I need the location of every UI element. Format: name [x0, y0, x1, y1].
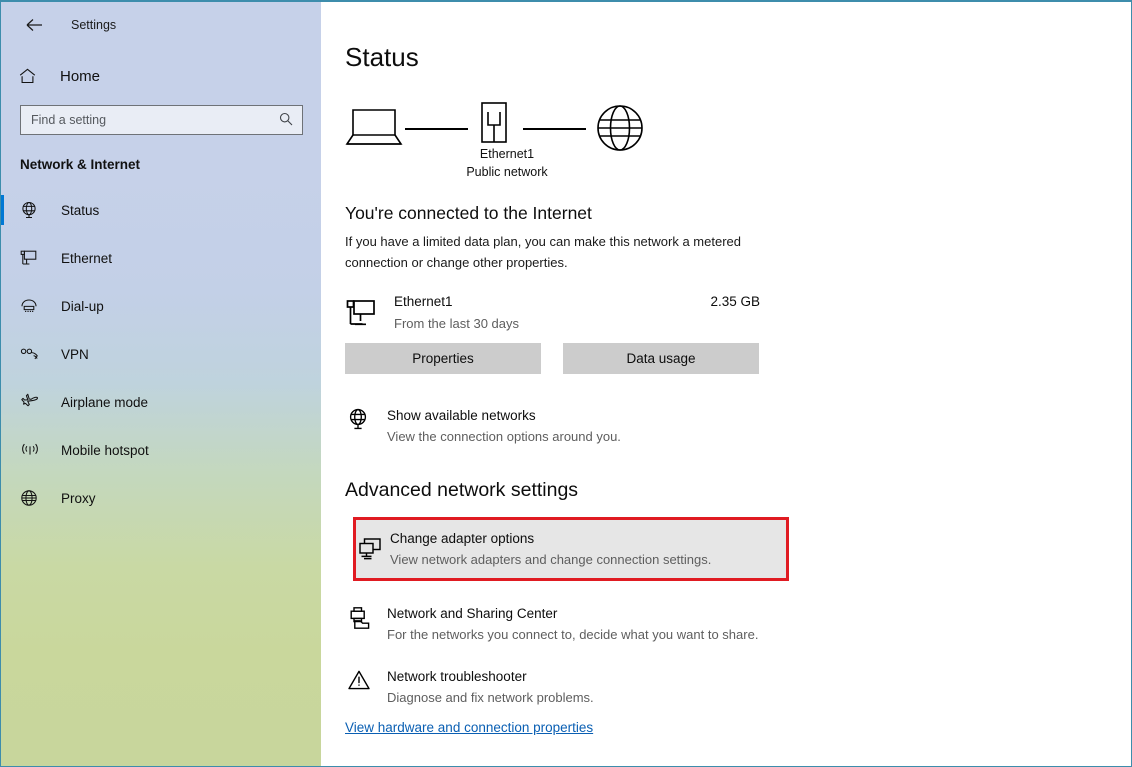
- dialup-icon: [20, 298, 46, 314]
- airplane-icon: [20, 393, 46, 411]
- status-globe-icon: [20, 201, 46, 219]
- sidebar-item-label: Status: [61, 202, 100, 218]
- diagram-link-1: [405, 128, 468, 130]
- diagram-link-2: [523, 128, 586, 130]
- ethernet-icon: [20, 249, 46, 267]
- data-usage-row: Ethernet1 From the last 30 days 2.35 GB: [345, 293, 760, 339]
- diagram-network-type: Public network: [466, 165, 548, 179]
- sidebar-category-title: Network & Internet: [20, 157, 141, 172]
- sidebar-item-label: Airplane mode: [61, 394, 149, 410]
- sidebar-item-status[interactable]: Status: [1, 186, 321, 234]
- sidebar: Settings Home Network & Internet: [1, 2, 321, 766]
- usage-period: From the last 30 days: [394, 316, 519, 331]
- sidebar-item-ethernet[interactable]: Ethernet: [1, 234, 321, 282]
- search-icon[interactable]: [279, 112, 296, 129]
- sidebar-item-label: Mobile hotspot: [61, 442, 149, 458]
- globe-icon: [592, 99, 648, 160]
- change-adapter-options-highlight: Change adapter options View network adap…: [353, 517, 789, 581]
- home-icon: [19, 68, 45, 84]
- troubleshooter-warning-icon: [347, 669, 371, 696]
- diagram-caption: Ethernet1 Public network: [422, 145, 592, 181]
- vpn-icon: [20, 347, 46, 361]
- sidebar-item-mobile-hotspot[interactable]: Mobile hotspot: [1, 426, 321, 474]
- sidebar-item-label: Proxy: [61, 490, 96, 506]
- network-troubleshooter-row[interactable]: Network troubleshooter Diagnose and fix …: [345, 661, 781, 714]
- connection-heading: You're connected to the Internet: [345, 203, 592, 223]
- sidebar-item-label: Home: [60, 67, 101, 85]
- change-adapter-icon: [358, 537, 382, 566]
- adapter-name: Ethernet1: [394, 294, 453, 309]
- mobile-hotspot-icon: [20, 442, 46, 458]
- sharing-center-icon: [347, 606, 371, 635]
- connection-description: If you have a limited data plan, you can…: [345, 234, 741, 270]
- app-title: Settings: [71, 18, 117, 32]
- usage-amount: 2.35 GB: [710, 294, 760, 309]
- advanced-settings-heading: Advanced network settings: [345, 479, 579, 501]
- show-available-networks-row[interactable]: Show available networks View the connect…: [345, 400, 781, 453]
- sidebar-item-vpn[interactable]: VPN: [1, 330, 321, 378]
- row-title: Network and Sharing Center: [387, 606, 558, 621]
- settings-window: Settings Home Network & Internet: [0, 0, 1132, 767]
- sidebar-item-label: VPN: [61, 346, 89, 362]
- data-usage-button[interactable]: Data usage: [563, 343, 759, 374]
- proxy-globe-icon: [20, 489, 46, 507]
- change-adapter-options-row[interactable]: Change adapter options View network adap…: [356, 520, 786, 578]
- row-subtitle: View network adapters and change connect…: [390, 552, 712, 567]
- sidebar-item-home[interactable]: Home: [1, 59, 321, 93]
- sidebar-nav-list: Status Ethernet Dial-up VPN Airplane mod…: [1, 186, 321, 522]
- row-subtitle: For the networks you connect to, decide …: [387, 627, 759, 642]
- sidebar-item-proxy[interactable]: Proxy: [1, 474, 321, 522]
- diagram-network-name: Ethernet1: [479, 147, 535, 161]
- search-input[interactable]: [31, 113, 279, 127]
- row-title: Show available networks: [387, 408, 536, 423]
- sidebar-item-dial-up[interactable]: Dial-up: [1, 282, 321, 330]
- row-subtitle: View the connection options around you.: [387, 429, 621, 444]
- row-title: Change adapter options: [390, 531, 535, 546]
- network-diagram: Ethernet1 Public network: [345, 99, 675, 197]
- network-sharing-center-row[interactable]: Network and Sharing Center For the netwo…: [345, 598, 781, 651]
- main-content: Status Ethernet1 Public network You're c…: [322, 4, 1131, 766]
- properties-button[interactable]: Properties: [345, 343, 541, 374]
- sidebar-item-label: Ethernet: [61, 250, 113, 266]
- sidebar-item-label: Dial-up: [61, 298, 104, 314]
- monitor-network-icon: [346, 299, 376, 332]
- back-arrow-icon[interactable]: [21, 12, 47, 38]
- action-button-row: Properties Data usage: [345, 343, 1131, 374]
- titlebar-left: Settings: [1, 2, 321, 48]
- row-subtitle: Diagnose and fix network problems.: [387, 690, 594, 705]
- search-box[interactable]: [20, 105, 303, 135]
- hardware-properties-link[interactable]: View hardware and connection properties: [345, 720, 593, 735]
- available-networks-icon: [347, 408, 369, 435]
- row-title: Network troubleshooter: [387, 669, 527, 684]
- laptop-icon: [345, 105, 403, 154]
- sidebar-item-airplane-mode[interactable]: Airplane mode: [1, 378, 321, 426]
- page-title: Status: [345, 42, 419, 72]
